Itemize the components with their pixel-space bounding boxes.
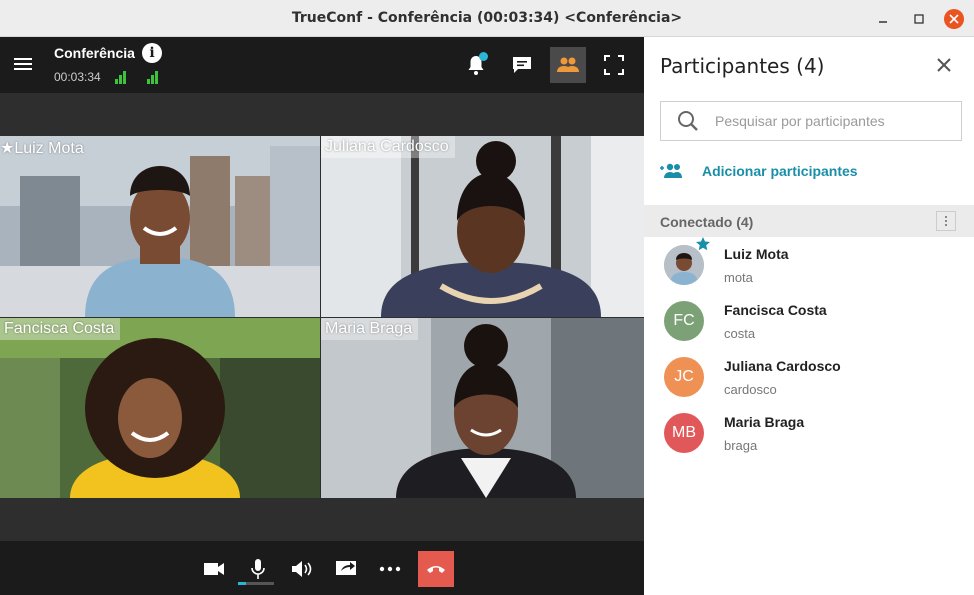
fullscreen-icon — [604, 55, 624, 75]
conference-title: Conferência — [54, 45, 135, 61]
media-signal-icon — [147, 70, 161, 84]
video-tile-fancisca[interactable]: Fancisca Costa — [0, 318, 320, 498]
search-participants — [660, 101, 962, 141]
more-icon — [379, 566, 401, 572]
video-pane: Conferência i 00:03:34 ★Luiz Mota Julian… — [0, 37, 644, 595]
panel-title: Participantes (4) — [660, 54, 825, 78]
hamburger-menu-icon[interactable] — [14, 55, 36, 75]
add-user-icon — [660, 163, 682, 178]
participant-name: Juliana Cardosco — [724, 358, 841, 374]
speaker-icon — [292, 561, 312, 577]
tile-nameplate: Fancisca Costa — [0, 318, 121, 340]
add-participants-button[interactable]: Adicionar participantes — [660, 163, 858, 179]
section-menu-icon[interactable] — [936, 211, 956, 231]
call-controls-bar — [0, 541, 644, 595]
participant-item[interactable]: MB Maria Braga braga — [644, 405, 974, 461]
avatar: FC — [664, 301, 704, 341]
share-screen-icon — [336, 561, 356, 575]
fullscreen-button[interactable] — [596, 47, 632, 83]
video-tile-luiz[interactable]: ★Luiz Mota — [0, 136, 320, 317]
minimize-icon — [879, 21, 887, 23]
camera-icon — [204, 563, 224, 575]
participant-login: mota — [724, 270, 753, 285]
share-screen-button[interactable] — [330, 552, 362, 586]
maximize-button[interactable] — [908, 8, 930, 30]
close-window-button[interactable] — [944, 9, 964, 29]
participant-name: Luiz Mota — [724, 246, 789, 262]
close-icon — [937, 58, 951, 72]
avatar: MB — [664, 413, 704, 453]
participant-list: Luiz Mota mota FC Fancisca Costa costa J… — [644, 237, 974, 461]
video-tile-maria[interactable]: Maria Braga — [321, 318, 644, 498]
owner-star-icon — [696, 237, 710, 251]
conference-topbar: Conferência i 00:03:34 — [0, 37, 644, 93]
network-signal-icon — [115, 70, 129, 84]
connected-section-header: Conectado (4) — [644, 205, 974, 237]
notifications-button[interactable] — [458, 47, 494, 83]
participant-item[interactable]: Luiz Mota mota — [644, 237, 974, 293]
window-titlebar: TrueConf - Conferência (00:03:34) <Confe… — [0, 0, 974, 37]
window-title: TrueConf - Conferência (00:03:34) <Confe… — [291, 10, 683, 26]
maximize-icon — [914, 14, 924, 24]
search-input[interactable] — [715, 113, 955, 129]
participants-panel: Participantes (4) Adicionar participante… — [644, 37, 974, 595]
participant-login: costa — [724, 326, 756, 341]
microphone-icon — [251, 559, 265, 579]
notification-badge — [479, 52, 488, 61]
chat-button[interactable] — [504, 47, 540, 83]
avatar — [664, 245, 704, 285]
search-icon — [661, 102, 715, 140]
participant-item[interactable]: JC Juliana Cardosco cardosco — [644, 349, 974, 405]
tile-nameplate: ★Luiz Mota — [0, 140, 84, 157]
participant-video — [321, 136, 644, 317]
video-tile-juliana[interactable]: Juliana Cardosco — [321, 136, 644, 317]
close-panel-button[interactable] — [934, 55, 954, 75]
participants-button[interactable] — [550, 47, 586, 83]
participant-name: Maria Braga — [724, 414, 805, 430]
section-label: Conectado (4) — [660, 214, 754, 230]
end-call-icon — [427, 566, 445, 573]
participant-video — [0, 136, 320, 317]
speaker-button[interactable] — [286, 552, 318, 586]
close-icon — [949, 14, 959, 24]
minimize-button[interactable] — [872, 8, 894, 30]
add-participants-label: Adicionar participantes — [702, 163, 858, 179]
mic-level-indicator — [238, 582, 274, 585]
participant-item[interactable]: FC Fancisca Costa costa — [644, 293, 974, 349]
info-icon[interactable]: i — [142, 43, 162, 63]
camera-button[interactable] — [198, 552, 230, 586]
tile-nameplate: Juliana Cardosco — [321, 136, 455, 158]
participant-login: cardosco — [724, 382, 777, 397]
end-call-button[interactable] — [418, 551, 454, 587]
participant-video — [321, 318, 644, 498]
user-photo — [664, 245, 704, 285]
participant-video — [0, 318, 320, 498]
more-button[interactable] — [374, 552, 406, 586]
participant-name: Fancisca Costa — [724, 302, 827, 318]
microphone-button[interactable] — [242, 552, 274, 586]
participant-login: braga — [724, 438, 758, 453]
conference-timer: 00:03:34 — [54, 70, 101, 84]
participants-icon — [557, 57, 579, 72]
avatar: JC — [664, 357, 704, 397]
chat-icon — [513, 57, 531, 73]
tile-nameplate: Maria Braga — [321, 318, 419, 340]
